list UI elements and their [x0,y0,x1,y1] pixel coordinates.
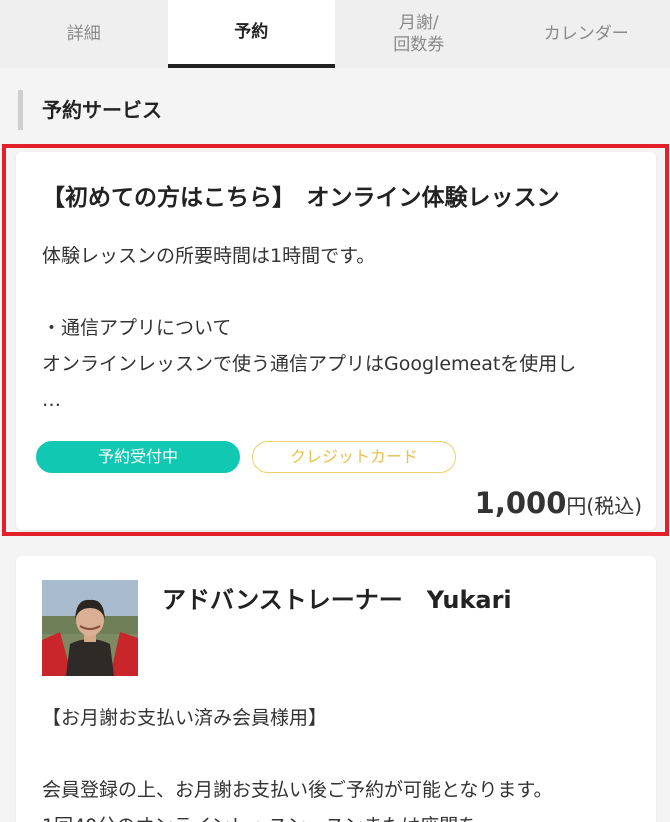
tab-calendar[interactable]: カレンダー [503,0,670,68]
tab-calendar-label: カレンダー [543,24,629,44]
service-description: 体験レッスンの所要時間は1時間です。 ・通信アプリについて オンラインレッスンで… [42,238,642,418]
tab-monthly-label-line1: 月謝/ [398,13,439,33]
trainer-photo-image [42,580,138,676]
price-value: 1,000 [474,486,567,520]
badge-row: 予約受付中 クレジットカード [36,441,456,473]
trainer-photo [42,580,138,676]
trainer-name: アドバンストレーナー Yukari [162,586,512,614]
tab-reserve-label: 予約 [234,22,269,42]
payment-badge: クレジットカード [252,441,456,473]
tab-bar: 詳細 予約 月謝/ 回数券 カレンダー [0,0,670,68]
service-desc-line: 体験レッスンの所要時間は1時間です。 [42,245,376,267]
trainer-description: 【お月謝お支払い済み会員様用】 会員登録の上、お月謝お支払い後ご予約が可能となり… [42,700,642,822]
trainer-desc-line: 【お月謝お支払い済み会員様用】 [42,707,328,729]
service-title: 【初めての方はこちら】 オンライン体験レッスン [42,185,560,211]
tab-details[interactable]: 詳細 [0,0,168,68]
price: 1,000円(税込) [475,486,642,520]
tab-reserve[interactable]: 予約 [167,0,335,68]
service-desc-line: オンラインレッスンで使う通信アプリはGooglemeatを使用し [42,353,577,375]
trainer-card[interactable]: アドバンストレーナー Yukari 【お月謝お支払い済み会員様用】 会員登録の上… [16,556,656,822]
tab-monthly[interactable]: 月謝/ 回数券 [335,0,503,68]
tab-monthly-label: 月謝/ 回数券 [393,12,444,56]
price-unit: 円(税込) [566,494,642,518]
trainer-desc-line: 会員登録の上、お月謝お支払い後ご予約が可能となります。 [42,779,553,801]
trainer-desc-line: 1回40分のオンラインレッスン スンまたは座間を [42,808,642,822]
service-card[interactable]: 【初めての方はこちら】 オンライン体験レッスン 体験レッスンの所要時間は1時間で… [16,152,656,530]
tab-details-label: 詳細 [66,24,101,44]
section-title: 予約サービス [18,90,658,130]
service-desc-line: ・通信アプリについて [42,317,232,339]
service-desc-ellipsis: … [42,389,61,411]
status-badge: 予約受付中 [36,441,240,473]
tab-monthly-label-line2: 回数券 [393,35,445,55]
